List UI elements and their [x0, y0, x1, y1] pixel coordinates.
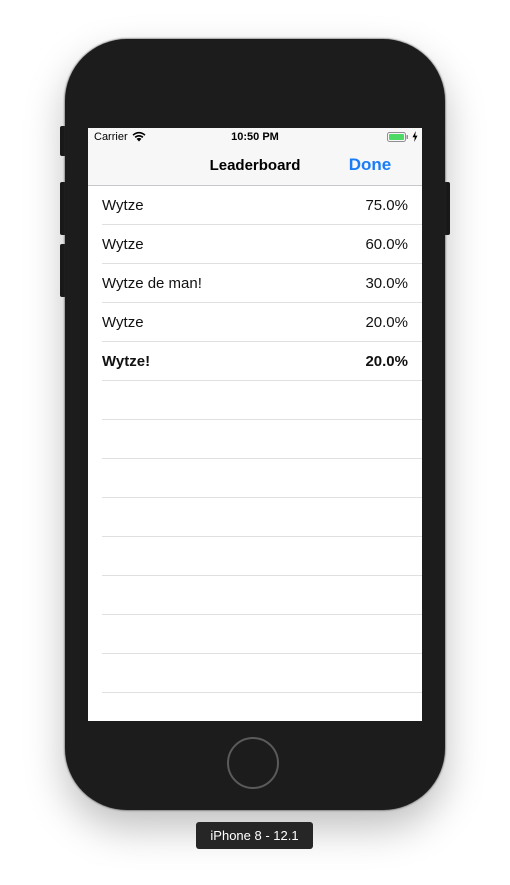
empty-table-row: [88, 654, 422, 693]
player-name: Wytze!: [102, 353, 151, 370]
player-score: 60.0%: [365, 236, 408, 253]
table-row[interactable]: Wytze de man! 30.0%: [88, 264, 422, 303]
simulator-stage: Carrier 10:50 PM Leaderboard Done Wytze: [0, 0, 510, 885]
status-time: 10:50 PM: [231, 131, 279, 143]
empty-table-row: [88, 537, 422, 576]
table-row[interactable]: Wytze 60.0%: [88, 225, 422, 264]
player-score: 20.0%: [365, 314, 408, 331]
empty-table-row: [88, 693, 422, 721]
player-score: 75.0%: [365, 197, 408, 214]
done-button[interactable]: Done: [338, 155, 402, 175]
player-name: Wytze: [102, 236, 144, 253]
player-score: 30.0%: [365, 275, 408, 292]
home-button[interactable]: [227, 737, 279, 789]
navigation-bar: Leaderboard Done: [88, 146, 422, 186]
empty-table-row: [88, 459, 422, 498]
empty-rows: [88, 381, 422, 721]
empty-table-row: [88, 576, 422, 615]
empty-table-row: [88, 498, 422, 537]
charging-bolt-icon: [412, 131, 418, 142]
player-name: Wytze: [102, 197, 144, 214]
empty-table-row: [88, 615, 422, 654]
player-name: Wytze: [102, 314, 144, 331]
table-row[interactable]: Wytze 20.0%: [88, 303, 422, 342]
player-score: 20.0%: [365, 353, 408, 370]
status-bar: Carrier 10:50 PM: [88, 128, 422, 146]
empty-table-row: [88, 381, 422, 420]
leaderboard-table[interactable]: Wytze 75.0% Wytze 60.0% Wytze de man! 30…: [88, 186, 422, 721]
table-row-highlighted[interactable]: Wytze! 20.0%: [88, 342, 422, 381]
battery-icon: [387, 132, 408, 142]
device-label: iPhone 8 - 12.1: [196, 822, 313, 849]
table-row[interactable]: Wytze 75.0%: [88, 186, 422, 225]
player-name: Wytze de man!: [102, 275, 202, 292]
empty-table-row: [88, 420, 422, 459]
phone-screen: Carrier 10:50 PM Leaderboard Done Wytze: [88, 128, 422, 721]
